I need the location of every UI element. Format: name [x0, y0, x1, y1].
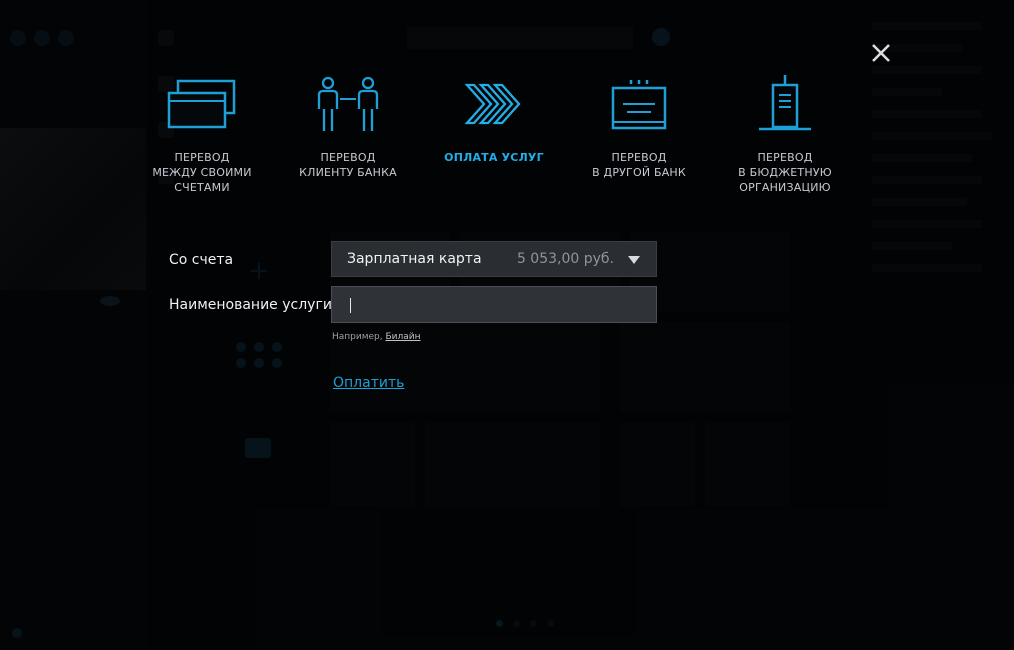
pay-link[interactable]: Оплатить: [333, 375, 404, 391]
service-name-label: Наименование услуги: [169, 297, 332, 313]
hint-prefix: Например,: [332, 332, 386, 342]
bank-document-icon: [611, 80, 667, 130]
transfer-type-pay-services[interactable]: ОПЛАТА УСЛУГ: [424, 70, 564, 165]
transfer-type-other-bank[interactable]: ПЕРЕВОД В ДРУГОЙ БАНК: [569, 70, 709, 180]
transfer-type-bank-client[interactable]: ПЕРЕВОД КЛИЕНТУ БАНКА: [278, 70, 418, 180]
service-name-input[interactable]: [331, 286, 657, 323]
people-icon: [317, 76, 379, 131]
transfer-type-label: ПЕРЕВОД МЕЖДУ СВОИМИ СЧЕТАМИ: [152, 151, 252, 194]
close-icon: [872, 44, 890, 62]
budget-document-icon: [759, 75, 811, 131]
account-balance: 5 053,00 руб.: [516, 251, 614, 267]
transfer-type-own-accounts[interactable]: ПЕРЕВОД МЕЖДУ СВОИМИ СЧЕТАМИ: [132, 70, 272, 195]
app-root: +: [0, 0, 1014, 650]
text-cursor: [350, 298, 351, 313]
cards-icon: [167, 79, 236, 129]
chevrons-icon: [464, 83, 521, 125]
chevron-down-icon: [628, 256, 640, 264]
transfer-type-label: ПЕРЕВОД В БЮДЖЕТНУЮ ОРГАНИЗАЦИЮ: [738, 151, 832, 194]
transfer-type-label: ПЕРЕВОД КЛИЕНТУ БАНКА: [299, 151, 397, 179]
transfer-type-label: ПЕРЕВОД В ДРУГОЙ БАНК: [592, 151, 686, 179]
transfer-type-selector: ПЕРЕВОД МЕЖДУ СВОИМИ СЧЕТАМИ ПЕРЕВОД КЛИ…: [140, 70, 860, 200]
close-button[interactable]: [866, 38, 896, 68]
service-hint: Например, Билайн: [332, 332, 421, 342]
account-select[interactable]: Зарплатная карта 5 053,00 руб.: [331, 241, 657, 277]
account-name: Зарплатная карта: [347, 251, 482, 267]
transfer-type-label: ОПЛАТА УСЛУГ: [444, 151, 544, 164]
from-account-label: Со счета: [169, 252, 234, 268]
transfer-type-budget-org[interactable]: ПЕРЕВОД В БЮДЖЕТНУЮ ОРГАНИЗАЦИЮ: [715, 70, 855, 195]
hint-example-link[interactable]: Билайн: [386, 332, 421, 342]
